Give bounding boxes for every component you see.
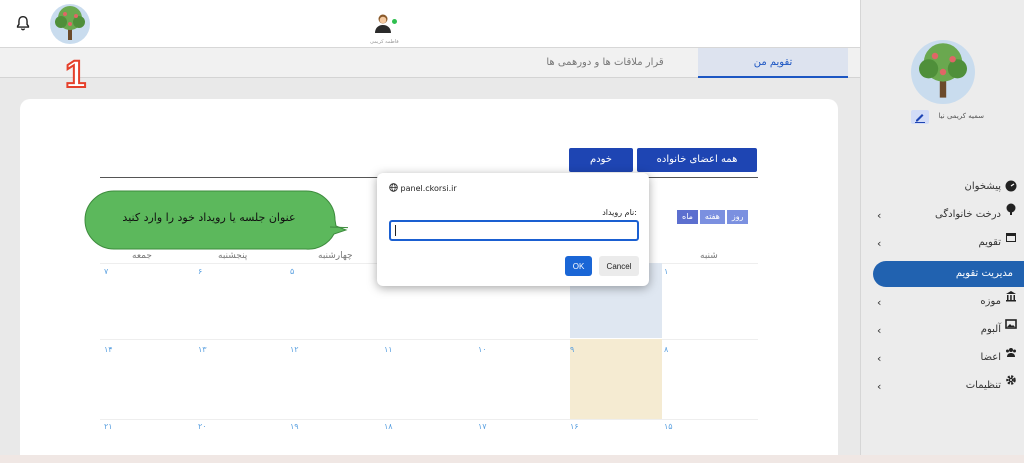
day-number[interactable]: ۱ [664, 267, 668, 276]
sidebar-item-label: آلبوم [980, 324, 1001, 335]
sidebar-item-dashboard[interactable]: پیشخوان [861, 175, 1024, 199]
tree-icon [1006, 203, 1016, 215]
day-number[interactable]: ۱۵ [664, 422, 673, 431]
day-number[interactable]: ۱۴ [104, 345, 113, 354]
online-indicator [392, 19, 397, 24]
day-number[interactable]: ۱۹ [290, 422, 299, 431]
sidebar-item-label: اعضا [980, 352, 1001, 363]
dialog-origin: panel.ckorsi.ir [389, 183, 457, 193]
day-number[interactable]: ۱۶ [570, 422, 579, 431]
sidebar-item-label: پیشخوان [964, 181, 1001, 192]
pencil-icon [915, 114, 925, 123]
tab-my-calendar[interactable]: تقویم من [698, 48, 848, 78]
bell-icon[interactable] [14, 14, 32, 32]
chevron-left-icon: ‹ [877, 380, 882, 393]
day-number[interactable]: ۲۰ [198, 422, 207, 431]
dialog-origin-text: panel.ckorsi.ir [400, 184, 457, 193]
day-number[interactable]: ۷ [104, 267, 108, 276]
view-month-button[interactable]: ماه [677, 210, 698, 224]
text-caret [395, 225, 396, 236]
header-user-name: فاطمه کریمی [370, 39, 399, 45]
day-number[interactable]: ۱۱ [384, 345, 393, 354]
step-number-annotation: 1 [64, 54, 87, 96]
family-tree-icon [55, 6, 85, 40]
day-number[interactable]: ۱۲ [290, 345, 299, 354]
calendar-cell-highlighted[interactable] [570, 339, 662, 419]
globe-icon [389, 183, 398, 192]
cancel-button[interactable]: Cancel [599, 256, 639, 276]
event-name-label: نام رویداد: [602, 208, 637, 217]
tab-bar: تقویم من قرار ملاقات ها و دورهمی ها [0, 48, 860, 78]
woman-avatar-icon [375, 14, 391, 33]
sidebar-item-calendar[interactable]: ‹ تقویم [861, 231, 1024, 255]
all-family-filter-button[interactable]: همه اعضای خانواده [637, 148, 757, 172]
sidebar-item-label: تنظیمات [965, 380, 1001, 391]
sidebar-item-calendar-management[interactable]: مدیریت تقویم [873, 261, 1024, 287]
album-icon [1005, 319, 1017, 329]
instruction-callout: عنوان جلسه یا رویداد خود را وارد کنید [84, 189, 348, 251]
chevron-left-icon: ‹ [877, 324, 882, 337]
tab-meetings[interactable]: قرار ملاقات ها و دورهمی ها [520, 48, 690, 78]
self-filter-button[interactable]: خودم [569, 148, 633, 172]
day-number[interactable]: ۵ [290, 267, 294, 276]
sidebar-item-label: تقویم [978, 237, 1001, 248]
view-day-button[interactable]: روز [726, 210, 749, 224]
day-number[interactable]: ۱۷ [478, 422, 487, 431]
sidebar-item-label: موزه [980, 296, 1001, 307]
day-number[interactable]: ۶ [198, 267, 202, 276]
ok-button[interactable]: OK [565, 256, 592, 276]
chevron-left-icon: ‹ [877, 237, 882, 250]
family-tree-logo[interactable] [50, 4, 90, 44]
dashboard-icon [1005, 180, 1017, 192]
weekday-header: جمعه [132, 251, 152, 261]
weekday-header: پنجشنبه [218, 251, 248, 261]
chevron-left-icon: ‹ [877, 296, 882, 309]
sidebar-avatar[interactable] [911, 40, 975, 104]
sidebar-item-label: درخت خانوادگی [935, 209, 1001, 220]
day-number[interactable]: ۱۸ [384, 422, 393, 431]
prompt-dialog: panel.ckorsi.ir نام رویداد: OK Cancel [377, 173, 649, 286]
family-tree-icon [919, 43, 967, 98]
weekday-header: شنبه [700, 251, 718, 261]
view-switcher: ماه هفته روز [675, 210, 749, 224]
sidebar-item-album[interactable]: ‹ آلبوم [861, 318, 1024, 342]
weekday-header: چهارشنبه [318, 251, 353, 261]
calendar-icon [1006, 233, 1016, 242]
day-number[interactable]: ۱۰ [478, 345, 487, 354]
header-user[interactable]: فاطمه کریمی [370, 6, 399, 46]
day-number[interactable]: ۸ [664, 345, 668, 354]
sidebar-item-label: مدیریت تقویم [955, 268, 1013, 279]
sidebar-item-museum[interactable]: ‹ موزه [861, 290, 1024, 314]
os-taskbar [0, 455, 1024, 463]
day-number[interactable]: ۹ [570, 345, 574, 354]
sidebar-item-family-tree[interactable]: ‹ درخت خانوادگی [861, 203, 1024, 227]
event-name-input[interactable] [389, 220, 639, 241]
users-icon [1006, 348, 1016, 357]
edit-profile-button[interactable] [911, 110, 929, 124]
day-number[interactable]: ۲۱ [104, 422, 113, 431]
gear-icon [1006, 375, 1016, 385]
view-week-button[interactable]: هفته [699, 210, 725, 224]
sidebar-user-name: سمیه کریمی نیا [938, 112, 984, 120]
sidebar-item-settings[interactable]: ‹ تنظیمات [861, 374, 1024, 398]
sidebar: سمیه کریمی نیا پیشخوان ‹ درخت خانوادگی ‹… [860, 0, 1024, 455]
callout-text: عنوان جلسه یا رویداد خود را وارد کنید [122, 211, 296, 224]
grid-line [100, 419, 758, 420]
chevron-left-icon: ‹ [877, 352, 882, 365]
chevron-left-icon: ‹ [877, 209, 882, 222]
sidebar-item-members[interactable]: ‹ اعضا [861, 346, 1024, 370]
museum-icon [1006, 291, 1016, 302]
day-number[interactable]: ۱۳ [198, 345, 207, 354]
top-bar: فاطمه کریمی [0, 0, 860, 48]
